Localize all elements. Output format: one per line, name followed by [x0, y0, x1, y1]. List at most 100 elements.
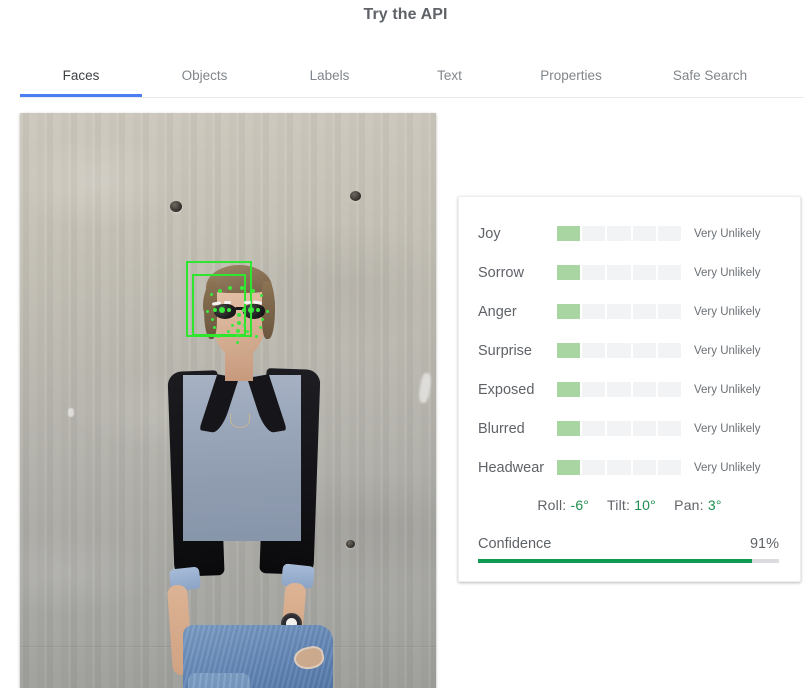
face-landmark-point — [218, 289, 222, 293]
attribute-label: Surprise — [478, 342, 532, 359]
meter-segment — [657, 382, 682, 397]
attribute-meter-exposed — [557, 382, 682, 397]
attribute-label: Joy — [478, 225, 501, 242]
confidence-progress-fill — [478, 559, 752, 563]
page-title: Try the API — [363, 6, 448, 23]
attribute-verdict: Very Unlikely — [694, 266, 761, 279]
attribute-label: Anger — [478, 303, 517, 320]
tab-objects[interactable]: Objects — [142, 55, 267, 96]
face-landmark-point-eyebrow-left-inner — [224, 301, 231, 304]
meter-segment — [632, 304, 656, 319]
face-landmark-point-chin — [236, 341, 239, 344]
confidence-progress-track — [478, 559, 779, 563]
meter-segment — [632, 265, 656, 280]
attribute-row-blurred: Blurred Very Unlikely — [478, 409, 780, 448]
tab-faces[interactable]: Faces — [20, 55, 142, 97]
head-pose-angles: Roll: -6° Tilt: 10° Pan: 3° — [459, 497, 800, 513]
meter-segment — [632, 226, 656, 241]
meter-segment — [607, 460, 631, 475]
face-landmark-point-nose-right — [243, 324, 246, 327]
attribute-label: Blurred — [478, 420, 525, 437]
pan-value: 3° — [707, 497, 722, 513]
roll-label: Roll: — [537, 497, 567, 513]
tab-safe-search[interactable]: Safe Search — [635, 55, 785, 96]
person-subject — [20, 113, 436, 688]
attribute-verdict: Very Unlikely — [694, 383, 761, 396]
meter-segment — [607, 382, 631, 397]
detected-face-photo — [20, 113, 436, 688]
face-landmark-point — [260, 294, 263, 297]
attribute-label: Sorrow — [478, 264, 524, 281]
meter-segment — [632, 421, 656, 436]
tab-properties[interactable]: Properties — [507, 55, 635, 96]
meter-segment — [607, 265, 631, 280]
face-landmark-point-mouth-right — [246, 330, 249, 333]
attribute-meter-sorrow — [557, 265, 682, 280]
face-landmark-point — [228, 286, 232, 290]
tab-labels[interactable]: Labels — [267, 55, 392, 96]
meter-segment — [657, 265, 682, 280]
tab-faces-label: Faces — [62, 68, 100, 83]
attribute-meter-headwear — [557, 460, 682, 475]
meter-segment — [582, 226, 606, 241]
tab-objects-label: Objects — [181, 68, 228, 83]
meter-segment — [582, 343, 606, 358]
confidence-value: 91% — [749, 536, 779, 552]
face-results-card: Joy Very Unlikely Sorrow Very Unlikely A… — [458, 196, 801, 582]
face-landmark-point-nose-left — [231, 324, 234, 327]
face-landmark-point-eye-left-outer — [213, 308, 217, 312]
face-landmark-point-mouth-center — [236, 329, 240, 333]
meter-segment — [557, 343, 581, 358]
tab-labels-label: Labels — [309, 68, 350, 83]
face-landmark-point-cheek-left-low — [213, 326, 216, 329]
attribute-meter-blurred — [557, 421, 682, 436]
attribute-row-anger: Anger Very Unlikely — [478, 292, 780, 331]
attribute-list: Joy Very Unlikely Sorrow Very Unlikely A… — [459, 197, 800, 487]
face-landmark-point-cheek-left — [211, 318, 214, 321]
meter-segment — [657, 460, 682, 475]
roll-value: -6° — [570, 497, 590, 513]
attribute-meter-joy — [557, 226, 682, 241]
pan-label: Pan: — [674, 497, 704, 513]
meter-segment — [657, 421, 682, 436]
meter-segment — [557, 265, 581, 280]
attribute-verdict: Very Unlikely — [694, 422, 761, 435]
meter-segment — [582, 304, 606, 319]
attribute-label: Exposed — [478, 381, 535, 398]
attribute-verdict: Very Unlikely — [694, 227, 761, 240]
meter-segment — [607, 304, 631, 319]
face-landmark-point-cheek-right — [261, 318, 264, 321]
face-landmark-point-mouth-left — [227, 330, 230, 333]
meter-segment — [582, 265, 606, 280]
meter-segment — [557, 226, 581, 241]
meter-segment — [607, 343, 631, 358]
meter-segment — [607, 421, 631, 436]
face-landmark-point-nose-tip — [237, 321, 241, 325]
tab-text-label: Text — [437, 68, 462, 83]
tab-safe-search-label: Safe Search — [672, 68, 748, 83]
attribute-row-joy: Joy Very Unlikely — [478, 214, 780, 253]
attribute-row-surprise: Surprise Very Unlikely — [478, 331, 780, 370]
tab-text[interactable]: Text — [392, 55, 507, 96]
face-landmark-point — [251, 289, 255, 293]
attribute-row-exposed: Exposed Very Unlikely — [478, 370, 780, 409]
face-landmark-point-eye-left — [219, 307, 225, 313]
attribute-verdict: Very Unlikely — [694, 344, 761, 357]
image-preview-panel[interactable] — [20, 113, 436, 688]
meter-segment — [632, 460, 656, 475]
meter-segment — [657, 304, 682, 319]
meter-segment — [632, 382, 656, 397]
face-landmark-point-cheek-right-low — [259, 326, 262, 329]
meter-segment — [657, 226, 682, 241]
jeans-leg — [188, 673, 250, 688]
tilt-value: 10° — [634, 497, 656, 513]
meter-segment — [632, 343, 656, 358]
meter-segment — [557, 304, 581, 319]
attribute-meter-anger — [557, 304, 682, 319]
meter-segment — [557, 421, 581, 436]
face-landmark-point-eyebrow-right-inner — [244, 301, 251, 304]
face-bounding-box-inner — [192, 274, 246, 336]
face-landmark-point-eye-right — [248, 307, 254, 313]
attribute-meter-surprise — [557, 343, 682, 358]
face-landmark-point-ear-right — [266, 310, 269, 313]
